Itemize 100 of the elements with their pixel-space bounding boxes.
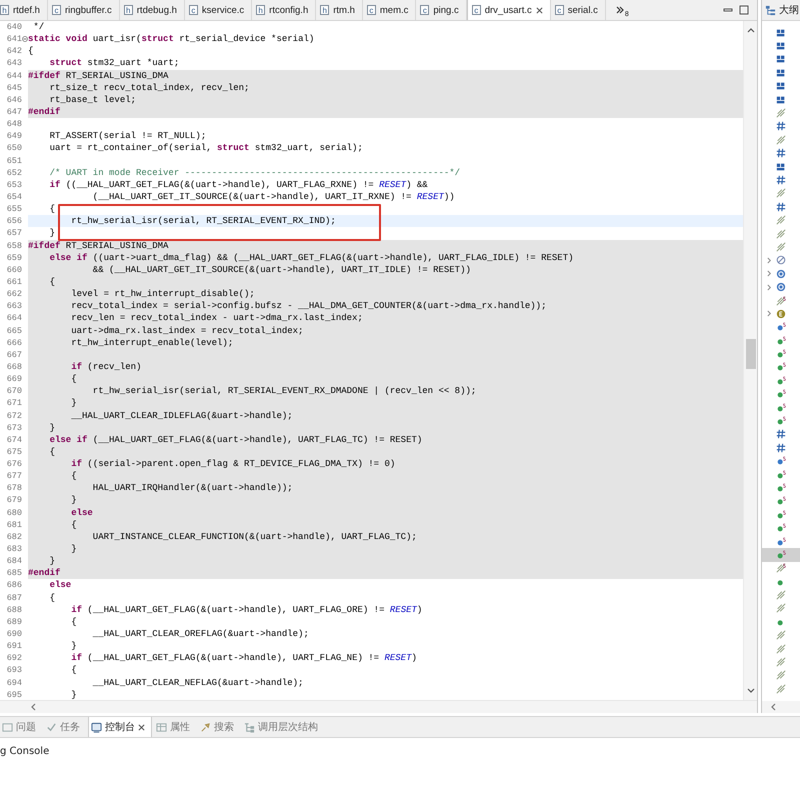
panel-tab[interactable]: 属性	[154, 717, 196, 737]
code-line: __HAL_UART_CLEAR_OREFLAG(&uart->handle);	[92, 628, 309, 640]
code-line: (__HAL_UART_GET_IT_SOURCE(&(uart->handle), UART_IT_RXNE) != RESET))	[92, 190, 455, 204]
hatched-icon	[776, 657, 786, 668]
line-number: 661	[6, 276, 22, 288]
code-line: else	[48, 579, 72, 592]
panel-tab[interactable]: 调用层次结构	[242, 717, 324, 737]
hash-icon	[776, 442, 786, 453]
line-number: 685	[6, 567, 22, 580]
expand-icon[interactable]	[767, 310, 772, 318]
code-line: }	[48, 555, 56, 568]
file-tab[interactable]: c drv_usart.c	[466, 0, 551, 20]
file-icon: c	[52, 5, 61, 15]
hatched-icon	[776, 590, 786, 600]
console-title: g Console	[0, 746, 50, 757]
line-number: 690	[6, 628, 22, 640]
line-number: 693	[6, 664, 22, 677]
scroll-up-icon[interactable]	[746, 27, 754, 33]
dot-icon	[776, 470, 786, 480]
code-line: {	[70, 470, 77, 482]
maximize-icon[interactable]	[739, 5, 749, 15]
blocks-icon	[776, 28, 786, 38]
code-line: if (__HAL_UART_GET_FLAG(&(uart->handle), UART_FLAG_ORE) != RESET)	[70, 604, 422, 616]
code-line: UART_INSTANCE_CLEAR_FUNCTION(&(uart->handle), UART_FLAG_TC);	[92, 530, 417, 544]
line-number: 641	[6, 33, 22, 46]
line-number: 655	[6, 203, 22, 216]
panel-tab[interactable]: 控制台	[88, 717, 152, 737]
horizontal-scrollbar[interactable]	[762, 701, 800, 713]
code-line: uart = rt_container_of(serial, struct stm32_uart, serial);	[48, 142, 363, 155]
code-line: {	[70, 518, 77, 531]
dot-icon	[776, 322, 786, 332]
code-line: {	[48, 276, 56, 288]
code-line: level = rt_hw_interrupt_disable();	[70, 288, 255, 300]
code-line: }	[48, 422, 56, 434]
hatched-icon	[776, 603, 786, 614]
code-line: recv_len = recv_total_index - uart->dma_rx.last_index;	[70, 312, 363, 325]
horizontal-scrollbar[interactable]	[0, 700, 757, 713]
close-icon[interactable]	[138, 724, 145, 730]
line-number: 648	[6, 118, 22, 130]
code-line: __HAL_UART_CLEAR_IDLEFLAG(&uart->handle);	[70, 410, 293, 422]
hatched-icon	[776, 644, 786, 654]
code-line: {	[28, 45, 34, 58]
line-number: 668	[6, 360, 22, 374]
code-line: __HAL_UART_CLEAR_NEFLAG(&uart->handle);	[92, 676, 304, 689]
line-number: 675	[6, 446, 22, 458]
dot-icon	[776, 336, 786, 346]
file-icon: h	[124, 5, 133, 15]
collapse-icon[interactable]	[22, 36, 28, 42]
panel-tab[interactable]: 任务	[44, 717, 86, 737]
slashed-circle-icon	[776, 255, 786, 266]
blocks-icon	[776, 81, 786, 92]
code-line: if ((__HAL_UART_GET_FLAG(&(uart->handle), UART_FLAG_RXNE) != RESET) &&	[48, 178, 428, 191]
file-tab[interactable]: h rtdebug.h	[120, 0, 185, 20]
code-line: }	[70, 494, 77, 507]
checkmark-icon	[46, 722, 57, 732]
ring-icon	[776, 268, 786, 279]
line-number: 688	[6, 604, 22, 616]
dot-icon	[776, 550, 786, 560]
panel-tab[interactable]: 搜索	[198, 717, 240, 737]
blocks-icon	[776, 41, 786, 52]
file-tab[interactable]: c ringbuffer.c	[48, 0, 120, 20]
panel-tab[interactable]: 问题	[0, 717, 42, 737]
scroll-down-icon[interactable]	[746, 688, 754, 694]
line-number: 644	[6, 70, 22, 82]
file-tab[interactable]: c ping.c	[416, 0, 467, 20]
scroll-thumb[interactable]	[746, 339, 756, 369]
file-tab[interactable]: h rtdef.h	[0, 0, 48, 20]
code-line: if (recv_len)	[70, 360, 142, 374]
hash-icon	[776, 121, 786, 132]
file-icon: c	[420, 5, 430, 15]
line-number: 642	[6, 45, 22, 58]
ring-icon	[776, 282, 786, 292]
scroll-left-icon[interactable]	[30, 703, 36, 711]
line-number: 686	[6, 579, 22, 592]
code-line: rt_hw_serial_isr(serial, RT_SERIAL_EVENT_RX_IND);	[70, 215, 336, 228]
hash-icon	[776, 174, 786, 185]
line-number: 683	[6, 543, 22, 556]
line-number: 680	[6, 506, 22, 519]
hatched-icon	[776, 296, 786, 306]
file-icon: h	[320, 5, 330, 15]
hash-icon	[776, 148, 786, 158]
file-tab[interactable]: c mem.c	[362, 0, 416, 20]
code-line: RT_ASSERT(serial != RT_NULL);	[48, 130, 206, 142]
vertical-scrollbar[interactable]	[743, 21, 757, 700]
code-line: else	[70, 506, 93, 519]
file-tab[interactable]: c kservice.c	[184, 0, 252, 20]
enum-icon	[776, 308, 786, 319]
dot-icon	[776, 362, 786, 372]
file-tab[interactable]: h rtconfig.h	[252, 0, 316, 20]
line-number: 663	[6, 300, 22, 312]
scroll-left-icon[interactable]	[770, 703, 776, 711]
close-icon[interactable]	[536, 6, 543, 14]
search-icon	[200, 722, 211, 732]
line-number: 687	[6, 592, 22, 604]
file-tab[interactable]: c serial.c	[550, 0, 606, 20]
line-number: 656	[6, 215, 22, 228]
hatched-icon	[776, 108, 786, 118]
line-number: 653	[6, 178, 22, 191]
file-icon: h	[256, 5, 266, 15]
file-tab[interactable]: h rtm.h	[316, 0, 363, 20]
